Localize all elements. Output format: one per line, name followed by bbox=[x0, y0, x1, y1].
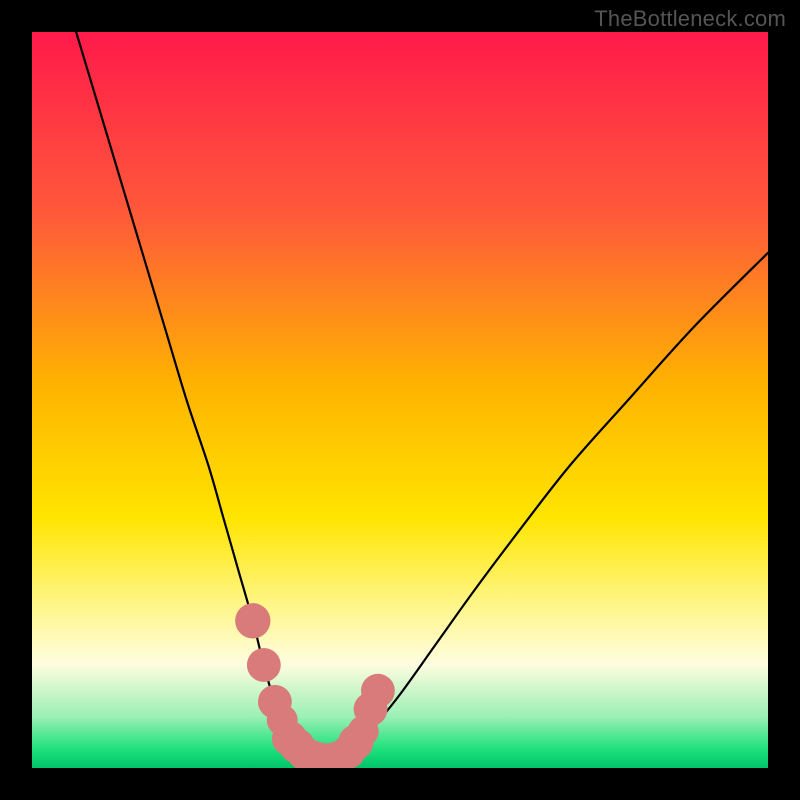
curve-marker bbox=[247, 648, 281, 682]
chart-background bbox=[32, 32, 768, 768]
chart-frame: TheBottleneck.com bbox=[0, 0, 800, 800]
chart-plot-area bbox=[32, 32, 768, 768]
curve-marker bbox=[235, 603, 270, 638]
curve-marker bbox=[361, 674, 395, 708]
chart-svg bbox=[32, 32, 768, 768]
watermark-text: TheBottleneck.com bbox=[594, 6, 786, 32]
